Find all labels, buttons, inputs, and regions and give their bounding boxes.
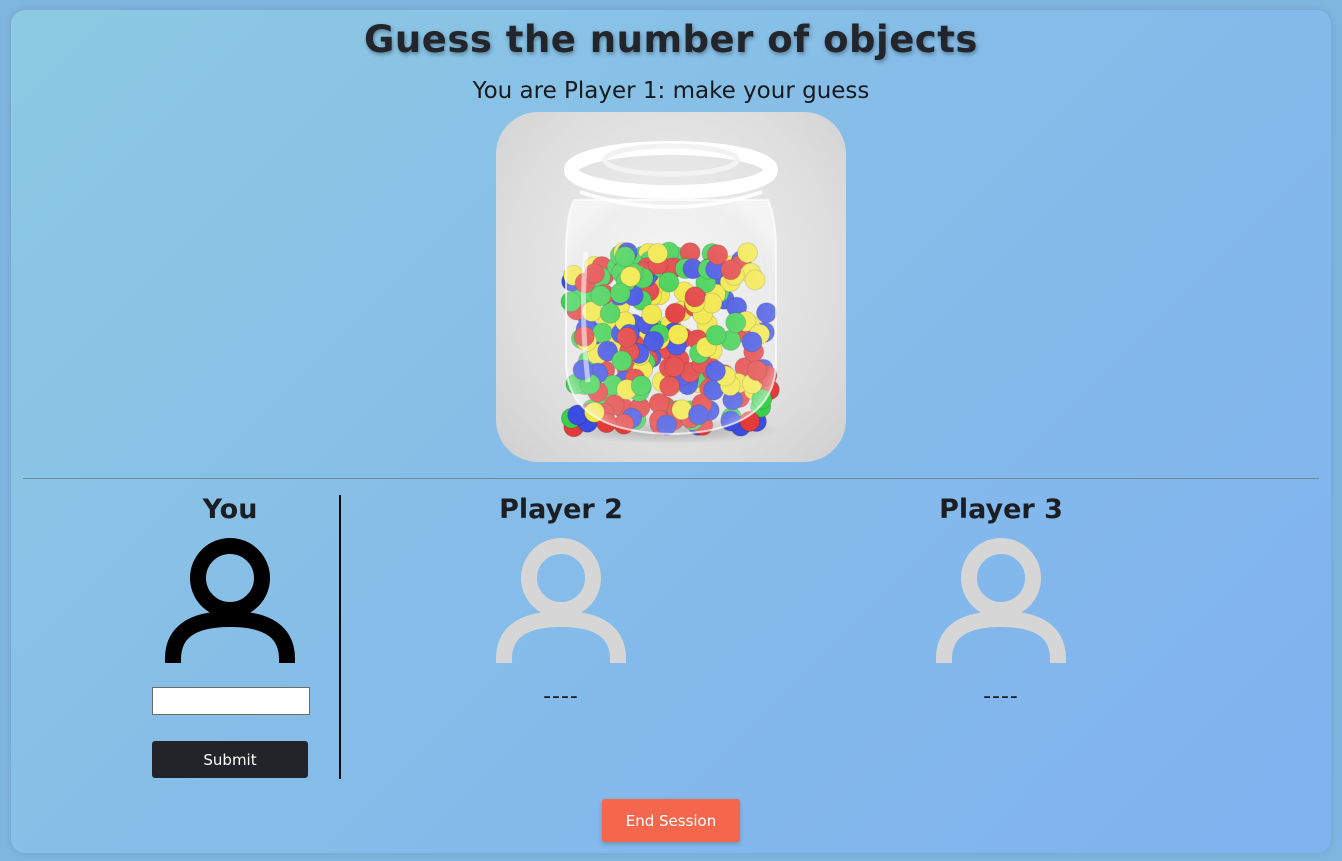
section-divider [23,478,1319,479]
user-icon [936,538,1066,663]
turn-instruction: You are Player 1: make your guess [472,78,870,104]
player-2-guess: ---- [543,684,579,709]
user-icon [165,538,295,663]
player-3-name: Player 3 [939,494,1063,525]
player-3-guess: ---- [983,684,1019,709]
user-icon [496,538,626,663]
jar-of-balls-image [560,141,781,444]
player-2-name: Player 2 [499,494,623,525]
page-title: Guess the number of objects [364,18,978,61]
player-separator [339,495,341,779]
end-session-button[interactable]: End Session [602,799,740,842]
jar-image [496,112,846,462]
guess-input[interactable] [152,687,310,715]
player-1-name: You [202,494,258,525]
submit-button[interactable]: Submit [152,741,308,778]
